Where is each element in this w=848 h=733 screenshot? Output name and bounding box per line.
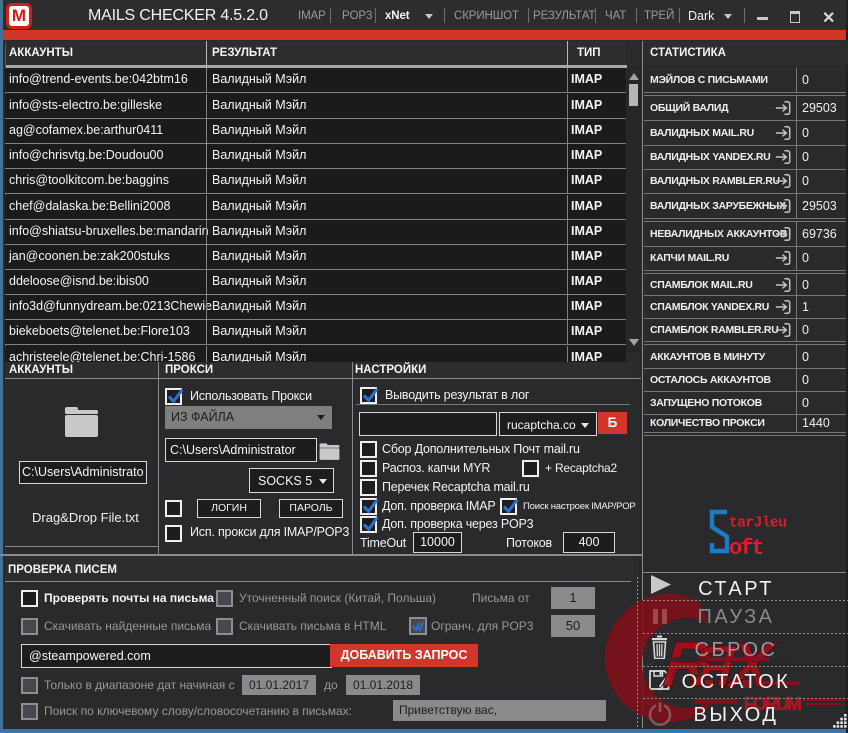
svg-text:oft: oft: [729, 536, 763, 557]
svg-text:tarJleu: tarJleu: [729, 516, 786, 532]
